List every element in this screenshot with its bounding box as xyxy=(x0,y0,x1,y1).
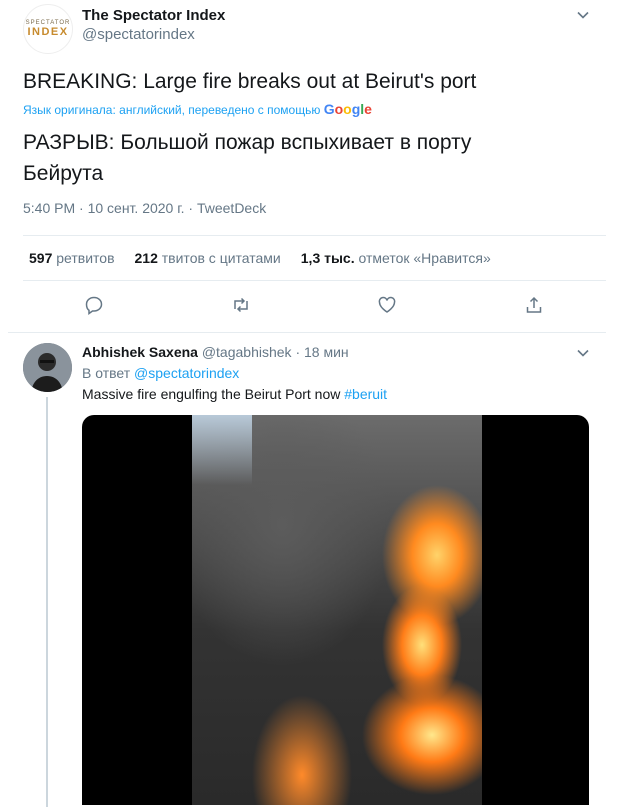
reply-author-handle[interactable]: @tagabhishek xyxy=(202,344,292,360)
share-icon[interactable] xyxy=(524,295,544,315)
tweet-meta[interactable]: 5:40 PM · 10 сент. 2020 г. · TweetDeck xyxy=(23,200,266,216)
retweets-stat[interactable]: 597 ретвитов xyxy=(29,250,115,266)
tweet-stats: 597 ретвитов 212 твитов с цитатами 1,3 т… xyxy=(29,250,491,266)
reply-time[interactable]: 18 мин xyxy=(304,344,349,360)
reply-text-line: Massive fire engulfing the Beirut Port n… xyxy=(82,386,387,402)
tweet-actions xyxy=(84,295,544,315)
sky-area xyxy=(192,415,252,485)
chevron-down-icon[interactable] xyxy=(576,346,590,360)
author-avatar[interactable]: SPECTATOR INDEX xyxy=(23,4,73,54)
author-handle[interactable]: @spectatorindex xyxy=(82,26,195,43)
retweets-count: 597 xyxy=(29,250,53,266)
retweets-label: ретвитов xyxy=(56,250,115,266)
tweet-translated-text: РАЗРЫВ: Большой пожар вспыхивает в порту… xyxy=(23,131,472,185)
retweet-icon[interactable] xyxy=(231,295,251,315)
translation-note: Язык оригинала: английский, переведено с… xyxy=(23,101,372,117)
chevron-down-icon[interactable] xyxy=(576,8,590,22)
likes-count: 1,3 тыс. xyxy=(300,250,355,266)
reply-author-name[interactable]: Abhishek Saxena xyxy=(82,344,198,360)
reply-to-link[interactable]: @spectatorindex xyxy=(134,365,239,381)
reply-context: В ответ @spectatorindex xyxy=(82,365,239,381)
reply-prefix: В ответ xyxy=(82,365,131,381)
quotes-stat[interactable]: 212 твитов с цитатами xyxy=(135,250,281,266)
main-tweet: SPECTATOR INDEX The Spectator Index @spe… xyxy=(0,0,619,332)
hashtag-link[interactable]: #beruit xyxy=(344,386,387,402)
tweet-original-text: BREAKING: Large fire breaks out at Beiru… xyxy=(23,70,477,93)
divider xyxy=(23,280,606,281)
reply-header: Abhishek Saxena @tagabhishek · 18 мин xyxy=(82,344,349,360)
reply-icon[interactable] xyxy=(84,295,104,315)
like-icon[interactable] xyxy=(377,295,397,315)
logo-line2: INDEX xyxy=(27,26,69,38)
likes-stat[interactable]: 1,3 тыс. отметок «Нравится» xyxy=(301,250,491,266)
divider xyxy=(23,235,606,236)
likes-label: отметок «Нравится» xyxy=(358,250,491,266)
video-player[interactable] xyxy=(82,415,589,805)
thread-line xyxy=(46,397,48,807)
reply-tweet[interactable]: Abhishek Saxena @tagabhishek · 18 мин В … xyxy=(0,333,619,807)
reply-text: Massive fire engulfing the Beirut Port n… xyxy=(82,386,341,402)
reply-avatar[interactable] xyxy=(23,343,72,392)
fire-video-frame xyxy=(192,415,482,805)
translation-note-text: Язык оригинала: английский, переведено с… xyxy=(23,103,321,117)
person-avatar-image xyxy=(23,343,72,392)
quotes-count: 212 xyxy=(134,250,158,266)
google-logo: Google xyxy=(323,101,372,117)
quotes-label: твитов с цитатами xyxy=(161,250,281,266)
author-name[interactable]: The Spectator Index xyxy=(82,7,225,24)
